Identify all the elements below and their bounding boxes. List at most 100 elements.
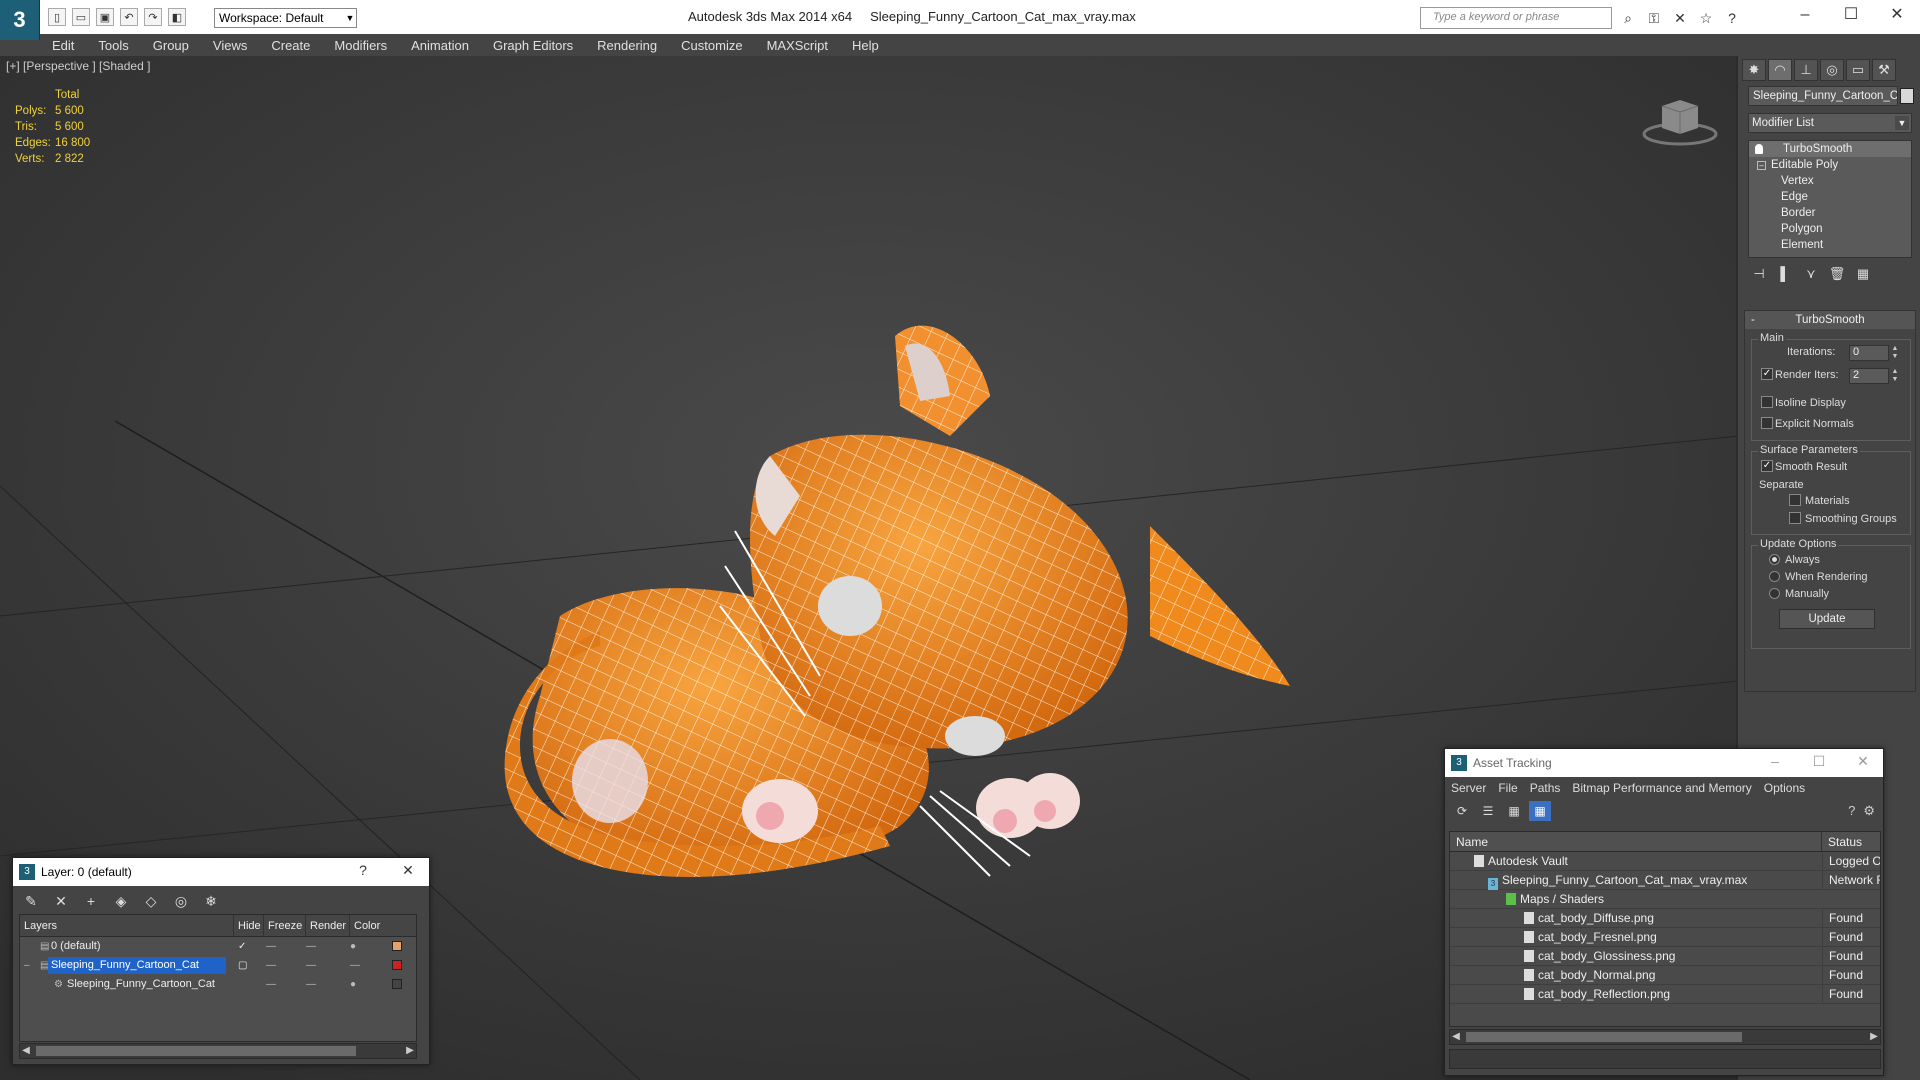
menu-views[interactable]: Views (201, 38, 259, 53)
hide-all-icon[interactable]: ◎ (169, 890, 193, 912)
freeze-toggle[interactable]: — (306, 956, 316, 975)
hierarchy-tab-icon[interactable]: ⊥ (1794, 59, 1818, 81)
menu-rendering[interactable]: Rendering (585, 38, 669, 53)
asset-row[interactable]: cat_body_Reflection.png Found (1450, 985, 1880, 1004)
stack-item-turbosmooth[interactable]: TurboSmooth (1749, 141, 1911, 157)
layers-horizontal-scrollbar[interactable]: ◀ ▶ (19, 1043, 417, 1059)
menu-tools[interactable]: Tools (86, 38, 140, 53)
freeze-all-icon[interactable]: ❄ (199, 890, 223, 912)
stack-item-editable-poly[interactable]: – Editable Poly (1749, 157, 1911, 173)
help-button[interactable]: ? (353, 862, 373, 878)
lightbulb-icon[interactable] (1755, 144, 1763, 154)
minimize-button[interactable]: – (1765, 753, 1785, 769)
scrollbar-thumb[interactable] (36, 1046, 356, 1056)
highlight-layer-icon[interactable]: ◇ (139, 890, 163, 912)
layer-row[interactable]: ▤ 0 (default) ✓ — — ● (20, 937, 416, 956)
asset-row[interactable]: Autodesk Vault Logged O (1450, 852, 1880, 871)
asset-row[interactable]: Maps / Shaders (1450, 890, 1880, 909)
layer-color-swatch[interactable] (392, 960, 402, 970)
layer-color-swatch[interactable] (392, 979, 402, 989)
column-header[interactable]: Status (1822, 832, 1862, 851)
stack-item-edge[interactable]: Edge (1749, 189, 1911, 205)
spinner-arrows-icon[interactable]: ▲ ▼ (1890, 345, 1900, 361)
menu-bitmap-performance[interactable]: Bitmap Performance and Memory (1566, 781, 1757, 795)
settings-icon[interactable]: ⚙ (1863, 803, 1875, 819)
menu-modifiers[interactable]: Modifiers (322, 38, 399, 53)
object-name-field[interactable]: Sleeping_Funny_Cartoon_Ca (1748, 86, 1898, 106)
close-button[interactable]: ✕ (1874, 0, 1920, 32)
favorites-star-icon[interactable]: ☆ (1696, 8, 1716, 28)
layer-name[interactable]: Sleeping_Funny_Cartoon_Cat (48, 957, 226, 974)
workspace-dropdown[interactable]: Workspace: Default (214, 8, 357, 28)
asset-row[interactable]: cat_body_Glossiness.png Found (1450, 947, 1880, 966)
close-button[interactable]: ✕ (1853, 753, 1873, 770)
asset-tracking-titlebar[interactable]: 3 Asset Tracking – ☐ ✕ (1445, 749, 1883, 777)
scroll-right-icon[interactable]: ▶ (404, 1044, 416, 1058)
iterations-spinner[interactable]: 0 (1849, 345, 1889, 361)
column-header[interactable]: Color (350, 915, 380, 936)
freeze-toggle[interactable]: — (306, 975, 316, 994)
menu-animation[interactable]: Animation (399, 38, 481, 53)
column-header[interactable]: Layers (20, 915, 234, 936)
help-icon[interactable]: ? (1848, 803, 1855, 819)
object-row[interactable]: ⚙ Sleeping_Funny_Cartoon_Cat — — ● (20, 975, 416, 994)
column-header[interactable]: Hide (234, 915, 264, 936)
layer-row[interactable]: – ▤ Sleeping_Funny_Cartoon_Cat ▢ — — — (20, 956, 416, 975)
hide-toggle[interactable]: — (266, 956, 276, 975)
layer-color-swatch[interactable] (392, 941, 402, 951)
menu-group[interactable]: Group (141, 38, 201, 53)
redo-icon[interactable]: ↷ (144, 8, 162, 26)
active-layer-box[interactable]: ▢ (238, 956, 247, 975)
search-input[interactable]: Type a keyword or phrase (1420, 7, 1612, 29)
always-radio[interactable] (1769, 554, 1780, 565)
configure-modifier-sets-icon[interactable]: ▦ (1852, 264, 1874, 284)
new-file-icon[interactable]: ▯ (48, 8, 66, 26)
subscription-icon[interactable]: ⚿ (1644, 8, 1664, 28)
modify-tab-icon[interactable]: ◠ (1768, 59, 1792, 81)
refresh-icon[interactable]: ⟳ (1451, 801, 1473, 821)
menu-maxscript[interactable]: MAXScript (755, 38, 840, 53)
table-view-icon[interactable]: ▦ (1529, 801, 1551, 821)
binoculars-icon[interactable]: ⌕ (1618, 8, 1638, 28)
render-teapot-icon[interactable]: ● (350, 975, 356, 994)
pin-stack-icon[interactable]: ⊣ (1748, 264, 1770, 284)
viewport-label[interactable]: [+] [Perspective ] [Shaded ] (6, 59, 150, 73)
scrollbar-thumb[interactable] (1466, 1032, 1742, 1042)
list-view-icon[interactable]: ☰ (1477, 801, 1499, 821)
scroll-left-icon[interactable]: ◀ (20, 1044, 32, 1058)
help-icon[interactable]: ? (1722, 8, 1742, 28)
explicit-normals-checkbox[interactable] (1761, 417, 1773, 429)
active-layer-check-icon[interactable]: ✓ (238, 937, 246, 956)
isoline-display-checkbox[interactable] (1761, 396, 1773, 408)
render-teapot-icon[interactable]: ● (350, 937, 356, 956)
stack-item-vertex[interactable]: Vertex (1749, 173, 1911, 189)
motion-tab-icon[interactable]: ◎ (1820, 59, 1844, 81)
hide-toggle[interactable]: — (266, 937, 276, 956)
asset-row[interactable]: 3 Sleeping_Funny_Cartoon_Cat_max_vray.max… (1450, 871, 1880, 890)
display-tab-icon[interactable]: ▭ (1846, 59, 1870, 81)
layer-name[interactable]: 0 (default) (48, 938, 104, 955)
asset-row[interactable]: cat_body_Normal.png Found (1450, 966, 1880, 985)
create-layer-icon[interactable]: ✎ (19, 890, 43, 912)
asset-row[interactable]: cat_body_Fresnel.png Found (1450, 928, 1880, 947)
collapse-icon[interactable]: – (24, 956, 30, 975)
menu-create[interactable]: Create (259, 38, 322, 53)
when-rendering-radio[interactable] (1769, 571, 1780, 582)
show-end-result-icon[interactable]: ▌ (1774, 264, 1796, 284)
collapse-icon[interactable]: – (1757, 160, 1766, 170)
menu-server[interactable]: Server (1445, 781, 1492, 795)
stack-item-element[interactable]: Element (1749, 237, 1911, 253)
maximize-button[interactable]: ☐ (1809, 753, 1829, 770)
app-logo-button[interactable]: 3 (0, 0, 40, 40)
viewcube-icon[interactable] (1640, 92, 1720, 152)
save-file-icon[interactable]: ▣ (96, 8, 114, 26)
menu-file[interactable]: File (1492, 781, 1523, 795)
delete-layer-icon[interactable]: ✕ (49, 890, 73, 912)
asset-row[interactable]: cat_body_Diffuse.png Found (1450, 909, 1880, 928)
stack-item-border[interactable]: Border (1749, 205, 1911, 221)
maximize-button[interactable]: ☐ (1828, 0, 1874, 32)
scroll-left-icon[interactable]: ◀ (1450, 1030, 1462, 1044)
rollout-header[interactable]: - TurboSmooth (1745, 311, 1915, 329)
column-header[interactable]: Name (1450, 832, 1822, 851)
thumbnail-view-icon[interactable]: ▦ (1503, 801, 1525, 821)
